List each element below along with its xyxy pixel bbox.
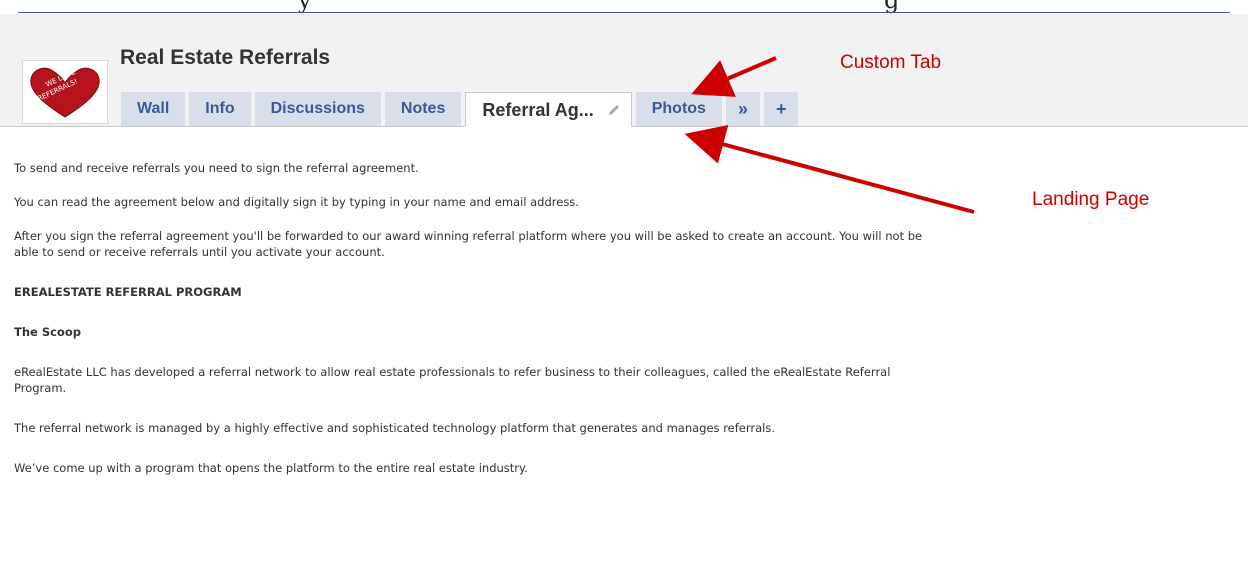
section-heading: The Scoop [14,325,81,339]
page-content: To send and receive referrals you need t… [14,160,1234,476]
content-paragraph: You can read the agreement below and dig… [14,195,579,209]
arrow-custom-tab [691,56,777,97]
content-paragraph: eRealEstate LLC has developed a referral… [14,365,891,379]
content-paragraph: To send and receive referrals you need t… [14,161,419,175]
content-paragraph: The referral network is managed by a hig… [14,421,776,435]
content-paragraph: able to send or receive referrals until … [14,245,385,259]
content-paragraph: After you sign the referral agreement yo… [14,229,923,243]
section-heading: EREALESTATE REFERRAL PROGRAM [14,285,242,299]
content-paragraph: We’ve come up with a program that opens … [14,461,528,475]
content-paragraph: Program. [14,381,67,395]
